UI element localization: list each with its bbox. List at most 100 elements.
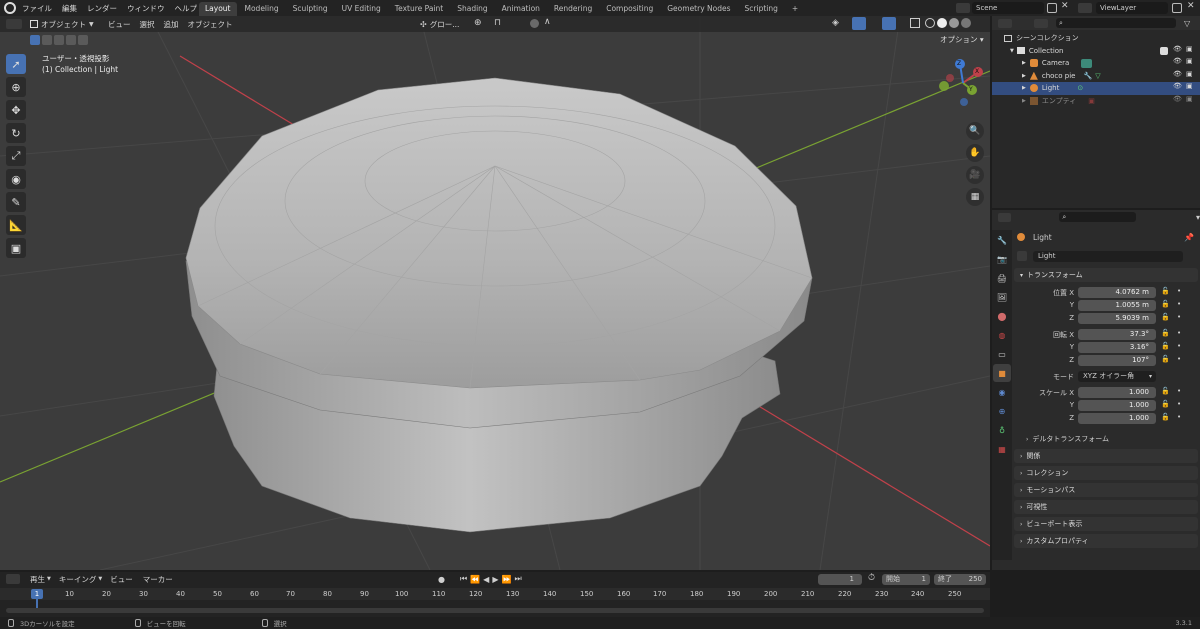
visibility-icon[interactable]: ◈ bbox=[832, 18, 839, 28]
tab-shading[interactable]: Shading bbox=[451, 2, 493, 16]
outliner-item-choco-pie[interactable]: ▶ choco pie 🔧 ▽ 👁 ▣ bbox=[992, 70, 1200, 83]
measure-tool-icon[interactable]: 📐 bbox=[6, 215, 26, 235]
outliner-filter-icon[interactable]: ▽ bbox=[1184, 19, 1190, 28]
options-button[interactable]: オプション ▾ bbox=[940, 34, 984, 45]
menu-select[interactable]: 選択 bbox=[140, 19, 155, 30]
render-camera-icon[interactable]: ▣ bbox=[1186, 70, 1193, 78]
transform-tool-icon[interactable]: ◉ bbox=[6, 169, 26, 189]
tab-object-icon[interactable]: ■ bbox=[993, 364, 1011, 382]
lock-icon[interactable]: 🔓 bbox=[1161, 355, 1170, 363]
scale-y-field[interactable]: 1.000 bbox=[1078, 400, 1156, 411]
filter-display-icon[interactable] bbox=[1034, 18, 1048, 28]
tab-tool-icon[interactable]: 🔧 bbox=[993, 231, 1011, 249]
keyframe-dot-icon[interactable]: • bbox=[1177, 342, 1181, 350]
rotation-x-field[interactable]: 37.3° bbox=[1078, 329, 1156, 340]
properties-search-input[interactable]: ⌕ bbox=[1059, 212, 1136, 222]
keyframe-dot-icon[interactable]: • bbox=[1177, 355, 1181, 363]
jump-start-icon[interactable]: ⏮ bbox=[460, 574, 467, 584]
lock-icon[interactable]: 🔓 bbox=[1161, 342, 1170, 350]
scene-close-icon[interactable]: ✕ bbox=[1061, 1, 1069, 11]
panel-visibility[interactable]: › 可視性 bbox=[1014, 500, 1198, 514]
delta-transform-subpanel[interactable]: › デルタトランスフォーム bbox=[1014, 432, 1198, 446]
falloff-icon[interactable]: ∧ bbox=[544, 17, 551, 27]
empty-data-icon[interactable]: ▣ bbox=[1088, 97, 1095, 105]
scene-icon[interactable] bbox=[956, 3, 970, 13]
tab-rendering[interactable]: Rendering bbox=[548, 2, 598, 16]
lock-icon[interactable]: 🔓 bbox=[1161, 400, 1170, 408]
render-shading-icon[interactable] bbox=[961, 18, 971, 28]
camera-view-icon[interactable]: 🎥 bbox=[966, 166, 984, 184]
play-icon[interactable]: ▶ bbox=[492, 575, 498, 584]
collection-checkbox-icon[interactable] bbox=[1160, 46, 1168, 55]
proportional-edit-icon[interactable] bbox=[530, 19, 539, 28]
lock-icon[interactable]: 🔓 bbox=[1161, 387, 1170, 395]
timeline-menu-playback[interactable]: 再生 bbox=[30, 574, 45, 585]
view-layer-copy-icon[interactable] bbox=[1172, 3, 1182, 13]
tab-collection-icon[interactable]: ▭ bbox=[993, 345, 1011, 363]
prev-keyframe-icon[interactable]: ⏪ bbox=[470, 575, 480, 584]
tab-scripting[interactable]: Scripting bbox=[739, 2, 784, 16]
scene-copy-icon[interactable] bbox=[1047, 3, 1057, 13]
blender-logo-icon[interactable] bbox=[4, 2, 16, 14]
timeline-scrollbar[interactable] bbox=[6, 608, 984, 613]
rotation-mode-dropdown[interactable]: XYZ オイラー角 ▾ bbox=[1078, 371, 1156, 382]
menu-file[interactable]: ファイル bbox=[22, 3, 52, 14]
modifier-wrench-icon[interactable]: 🔧 bbox=[1083, 72, 1092, 80]
pivot-icon[interactable]: ⊕ bbox=[474, 18, 482, 28]
camera-data-icon[interactable] bbox=[1081, 58, 1093, 68]
rotation-z-field[interactable]: 107° bbox=[1078, 355, 1156, 366]
panel-motion-paths[interactable]: › モーションパス bbox=[1014, 483, 1198, 497]
render-camera-icon[interactable]: ▣ bbox=[1186, 57, 1193, 65]
object-name-field[interactable]: Light bbox=[1033, 250, 1183, 262]
xray-icon[interactable] bbox=[910, 18, 920, 28]
tab-view-layer-icon[interactable]: 🖼 bbox=[993, 288, 1011, 306]
keyframe-dot-icon[interactable]: • bbox=[1177, 400, 1181, 408]
scale-x-field[interactable]: 1.000 bbox=[1078, 387, 1156, 398]
view-layer-icon[interactable] bbox=[1078, 3, 1092, 13]
rotation-y-field[interactable]: 3.16° bbox=[1078, 342, 1156, 353]
outliner-item-camera[interactable]: ▶ Camera 👁 ▣ bbox=[992, 57, 1200, 70]
mode-selector[interactable]: オブジェクト ▼ bbox=[30, 18, 94, 30]
keyframe-dot-icon[interactable]: • bbox=[1177, 413, 1181, 421]
pan-hand-icon[interactable]: ✋ bbox=[966, 144, 984, 162]
panel-collections[interactable]: › コレクション bbox=[1014, 466, 1198, 480]
select-new-icon[interactable] bbox=[30, 35, 40, 45]
timeline-editor-icon[interactable] bbox=[6, 574, 20, 584]
tab-render-icon[interactable]: 📷 bbox=[993, 250, 1011, 268]
timeline-menu-view[interactable]: ビュー bbox=[110, 574, 133, 585]
tab-sculpting[interactable]: Sculpting bbox=[287, 2, 334, 16]
tab-constraints-icon[interactable]: ⊕ bbox=[993, 402, 1011, 420]
render-camera-icon[interactable]: ▣ bbox=[1186, 45, 1193, 53]
material-shading-icon[interactable] bbox=[949, 18, 959, 28]
menu-window[interactable]: ウィンドウ bbox=[127, 3, 165, 14]
scene-selector[interactable]: Scene bbox=[972, 2, 1044, 14]
keyframe-dot-icon[interactable]: • bbox=[1177, 329, 1181, 337]
3d-viewport[interactable]: オブジェクト ▼ ビュー 選択 追加 オブジェクト ✣ グロー... ⊕ ⊓ ∧… bbox=[0, 16, 990, 570]
render-camera-icon[interactable]: ▣ bbox=[1186, 82, 1193, 90]
record-icon[interactable]: ● bbox=[438, 575, 445, 584]
view-layer-close-icon[interactable]: ✕ bbox=[1187, 1, 1195, 11]
tab-texture-icon[interactable]: ▦ bbox=[993, 440, 1011, 458]
location-x-field[interactable]: 4.0762 m bbox=[1078, 287, 1156, 298]
lock-icon[interactable]: 🔓 bbox=[1161, 329, 1170, 337]
overlay-toggle-icon[interactable] bbox=[882, 17, 896, 30]
tab-geometry-nodes[interactable]: Geometry Nodes bbox=[661, 2, 736, 16]
start-frame-field[interactable]: 開始 1 bbox=[882, 574, 930, 585]
mesh-data-icon[interactable]: ▽ bbox=[1095, 72, 1100, 80]
annotate-tool-icon[interactable]: ✎ bbox=[6, 192, 26, 212]
location-z-field[interactable]: 5.9039 m bbox=[1078, 313, 1156, 324]
jump-end-icon[interactable]: ⏭ bbox=[514, 574, 521, 584]
eye-icon[interactable]: 👁 bbox=[1173, 70, 1182, 78]
cursor-tool-icon[interactable]: ⊕ bbox=[6, 77, 26, 97]
collection-row[interactable]: ▼ Collection 👁 ▣ bbox=[992, 45, 1200, 58]
properties-editor-icon[interactable] bbox=[998, 212, 1012, 222]
outliner-item-light[interactable]: ▶ Light ⊙ 👁 ▣ bbox=[992, 82, 1200, 95]
location-y-field[interactable]: 1.0055 m bbox=[1078, 300, 1156, 311]
menu-view[interactable]: ビュー bbox=[108, 19, 131, 30]
end-frame-field[interactable]: 終了 250 bbox=[934, 574, 986, 585]
lock-icon[interactable]: 🔓 bbox=[1161, 300, 1170, 308]
tab-modeling[interactable]: Modeling bbox=[239, 2, 285, 16]
timeline-menu-marker[interactable]: マーカー bbox=[143, 574, 173, 585]
panel-viewport-display[interactable]: › ビューポート表示 bbox=[1014, 517, 1198, 531]
eye-icon[interactable]: 👁 bbox=[1173, 95, 1182, 103]
